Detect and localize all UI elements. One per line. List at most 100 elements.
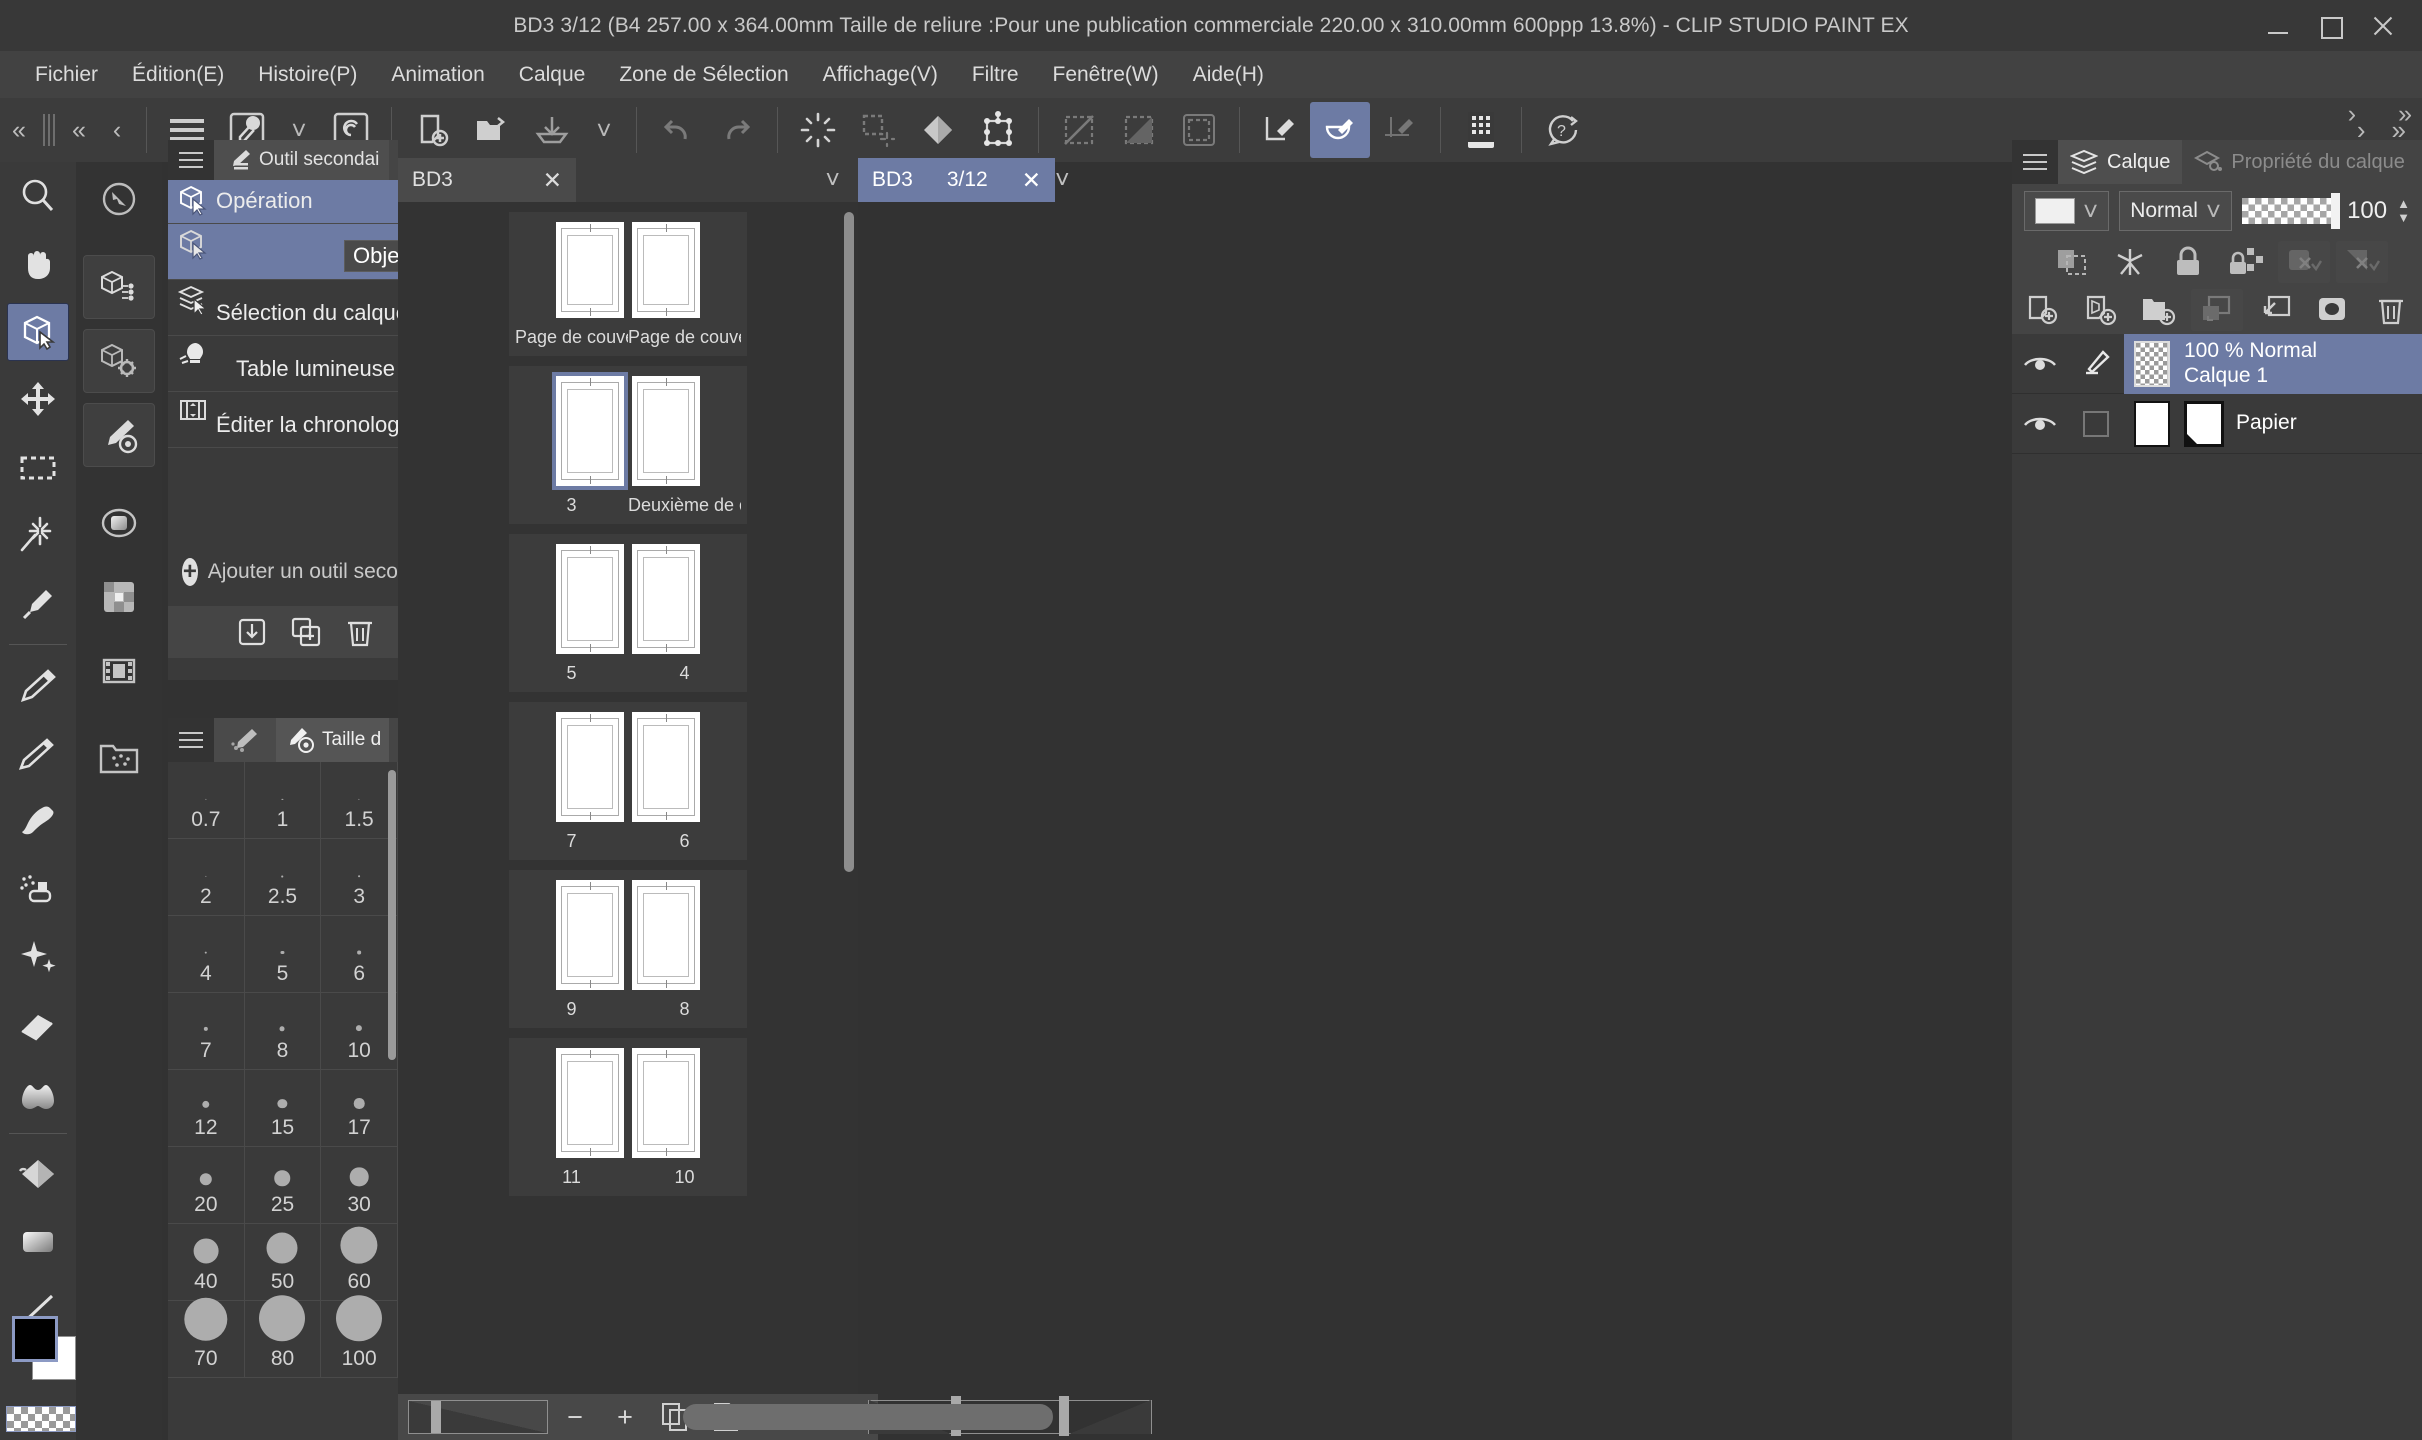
brush-icon[interactable] xyxy=(214,718,276,762)
fill-selection-icon[interactable] xyxy=(848,102,908,158)
chevron-down-icon[interactable]: ˅ xyxy=(825,166,858,195)
curve-snap-icon[interactable] xyxy=(1310,102,1370,158)
layer-row-calque-1[interactable]: 100 % Normal Calque 1 xyxy=(2012,333,2422,394)
invert-selection-icon[interactable] xyxy=(1109,102,1169,158)
sub-tool-item-operation[interactable]: Opération xyxy=(168,180,398,224)
tool-pen[interactable] xyxy=(0,651,76,719)
layer-edit-checkbox[interactable] xyxy=(2068,394,2124,454)
save-icon[interactable] xyxy=(522,102,582,158)
ruler-visible-icon[interactable] xyxy=(2104,241,2156,283)
add-sub-tool-button[interactable]: + Ajouter un outil seco xyxy=(168,550,398,594)
help-icon[interactable]: ? xyxy=(1532,102,1592,158)
clear-icon[interactable] xyxy=(788,102,848,158)
brush-size-cell[interactable]: 4 xyxy=(168,916,245,993)
tool-pencil[interactable] xyxy=(0,719,76,787)
page-spread[interactable]: 98 xyxy=(509,870,747,1028)
duplicate-icon[interactable] xyxy=(290,616,322,648)
trash-icon[interactable] xyxy=(344,616,376,648)
tool-airbrush[interactable] xyxy=(0,855,76,923)
transparent-color-swatch[interactable] xyxy=(6,1406,76,1432)
collapse-all-icon[interactable]: « xyxy=(0,102,38,158)
blend-mode-combo[interactable]: Normal ˅ xyxy=(2119,191,2233,231)
page-thumbnail-right[interactable] xyxy=(628,372,704,490)
merge-down-icon[interactable] xyxy=(2249,289,2301,331)
import-icon[interactable] xyxy=(236,616,268,648)
brush-size-cell[interactable]: 5 xyxy=(244,916,322,993)
close-icon[interactable]: ✕ xyxy=(1022,167,1041,194)
tab-propriete-du-calque[interactable]: Propriété du calque xyxy=(2182,140,2416,184)
sub-tool-item-selection-du-calque[interactable]: Sélection du calque xyxy=(168,280,408,336)
page-tab-bd3[interactable]: BD3 ✕ xyxy=(398,158,576,202)
page-thumbnail-left[interactable] xyxy=(552,708,628,826)
page-thumbnail-list[interactable]: Page de couvePage de couve 3 Deuxième de c… xyxy=(398,202,858,1394)
menu-item-filtre[interactable]: Filtre xyxy=(955,57,1036,93)
layer-content[interactable]: Papier xyxy=(2124,394,2422,454)
page-spread[interactable]: Page de couve Page de couve xyxy=(509,212,747,356)
brush-size-cell[interactable]: 3 xyxy=(321,839,398,916)
3d-object-settings-button[interactable] xyxy=(76,324,162,398)
tool-zoom[interactable] xyxy=(0,162,76,230)
tool-move-layer[interactable] xyxy=(0,366,76,434)
pencil-icon[interactable] xyxy=(2068,334,2124,394)
minimize-icon[interactable] xyxy=(2266,13,2292,39)
page-thumbnail-right[interactable] xyxy=(628,218,704,322)
fill-icon[interactable] xyxy=(908,102,968,158)
transfer-down-icon[interactable] xyxy=(2191,289,2243,331)
lock-transparent-icon[interactable] xyxy=(2220,241,2272,283)
menu-item-edition[interactable]: Édition(E) xyxy=(115,57,241,93)
color-set-button[interactable] xyxy=(76,560,162,634)
hamburger-icon[interactable] xyxy=(168,140,214,180)
new-folder-icon[interactable] xyxy=(2133,289,2185,331)
page-thumbnail-right[interactable] xyxy=(628,708,704,826)
zoom-in-button[interactable]: + xyxy=(602,1400,648,1434)
page-spread[interactable]: 54 xyxy=(509,534,747,692)
layer-visibility-toggle[interactable] xyxy=(2012,394,2068,454)
close-icon[interactable]: ✕ xyxy=(543,167,562,194)
page-thumbnail-left[interactable] xyxy=(552,876,628,994)
sub-tool-item-editer-la-chronologie[interactable]: Éditer la chronolog xyxy=(168,392,399,448)
menu-item-fenetre[interactable]: Fenêtre(W) xyxy=(1036,57,1176,93)
tool-hand[interactable] xyxy=(0,230,76,298)
expand-all-right-icon[interactable]: » xyxy=(2398,100,2412,129)
new-3d-layer-icon[interactable] xyxy=(2075,289,2127,331)
zoom-out-button[interactable]: − xyxy=(552,1400,598,1434)
menu-item-aide[interactable]: Aide(H) xyxy=(1176,57,1281,93)
trash-icon[interactable] xyxy=(2365,289,2417,331)
page-spread[interactable]: 11 10 xyxy=(509,1038,747,1196)
layer-color-combo[interactable]: ˅ xyxy=(2024,191,2110,231)
page-thumbnail-size-slider[interactable] xyxy=(408,1400,548,1434)
brush-size-cell[interactable]: 0.7 xyxy=(168,762,245,839)
tool-property-button[interactable] xyxy=(76,398,162,472)
new-document-icon[interactable] xyxy=(402,102,462,158)
keyboard-shortcut-icon[interactable] xyxy=(1451,102,1511,158)
layer-visibility-toggle[interactable] xyxy=(2012,334,2068,394)
brush-size-cell[interactable]: 7 xyxy=(168,993,245,1070)
deselect-icon[interactable] xyxy=(1049,102,1109,158)
brush-size-cell[interactable]: 20 xyxy=(168,1147,245,1224)
tool-decoration[interactable] xyxy=(0,923,76,991)
lock-layer-icon[interactable] xyxy=(2162,241,2214,283)
transform-icon[interactable] xyxy=(968,102,1028,158)
tool-eraser[interactable] xyxy=(0,991,76,1059)
page-list-scrollbar[interactable] xyxy=(844,212,854,872)
mask-disabled-icon[interactable] xyxy=(2278,241,2330,283)
hamburger-icon[interactable] xyxy=(2012,140,2058,184)
canvas-tab-bd3[interactable]: BD3 3/12 ✕ xyxy=(858,158,1056,202)
navigator-palette-button[interactable] xyxy=(76,162,162,236)
select-all-icon[interactable] xyxy=(1169,102,1229,158)
material-folder-button[interactable] xyxy=(76,722,162,796)
brush-size-cell[interactable]: 2.5 xyxy=(244,839,322,916)
page-thumbnail-left[interactable] xyxy=(552,1044,628,1162)
grid-snap-icon[interactable] xyxy=(1370,102,1430,158)
tab-taille-du-pinceau[interactable]: Taille d xyxy=(276,718,390,762)
close-icon[interactable] xyxy=(2370,13,2396,39)
brush-size-cell[interactable]: 25 xyxy=(244,1147,322,1224)
brush-size-cell[interactable]: 50 xyxy=(244,1224,322,1301)
mask-effect-disabled-icon[interactable] xyxy=(2336,241,2388,283)
brush-size-cell[interactable]: 30 xyxy=(321,1147,398,1224)
tool-fill[interactable] xyxy=(0,1140,76,1208)
tool-operation[interactable] xyxy=(0,298,76,366)
menu-item-animation[interactable]: Animation xyxy=(374,57,501,93)
sub-tool-item-objet[interactable]: Objet xyxy=(168,224,415,280)
page-thumbnail-right[interactable] xyxy=(628,876,704,994)
